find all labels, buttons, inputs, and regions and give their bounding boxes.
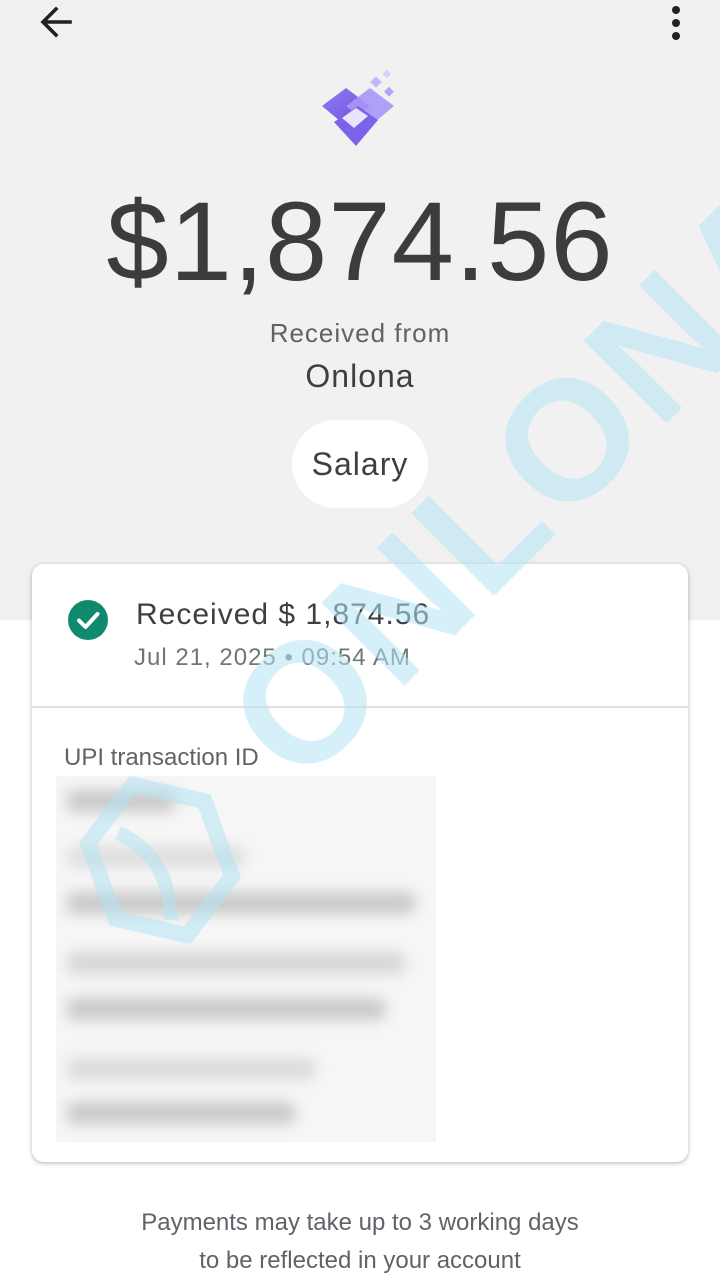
transaction-datetime: Jul 21, 2025 • 09:54 AM — [134, 644, 411, 671]
transaction-status: Received $ 1,874.56 — [136, 598, 431, 631]
transaction-details-card: Received $ 1,874.56 Jul 21, 2025 • 09:54… — [32, 564, 688, 1162]
received-from-label: Received from — [269, 318, 451, 348]
divider — [32, 706, 688, 708]
brand-logo-icon — [322, 69, 394, 146]
footer-note: Payments may take up to 3 working days t… — [0, 1204, 720, 1280]
redacted-transaction-details — [56, 776, 436, 1142]
transaction-amount: $1,874.56 — [106, 179, 614, 304]
footer-line-2: to be reflected in your account — [199, 1247, 521, 1274]
upi-transaction-id-label: UPI transaction ID — [64, 744, 259, 771]
footer-line-1: Payments may take up to 3 working days — [141, 1209, 579, 1236]
more-options-button[interactable] — [652, 0, 700, 44]
sender-name: Onlona — [305, 358, 415, 394]
more-vertical-icon — [672, 6, 680, 40]
check-circle-icon — [68, 600, 108, 640]
back-button[interactable] — [28, 0, 84, 44]
note-chip: Salary — [292, 420, 428, 508]
arrow-left-icon — [40, 6, 72, 38]
